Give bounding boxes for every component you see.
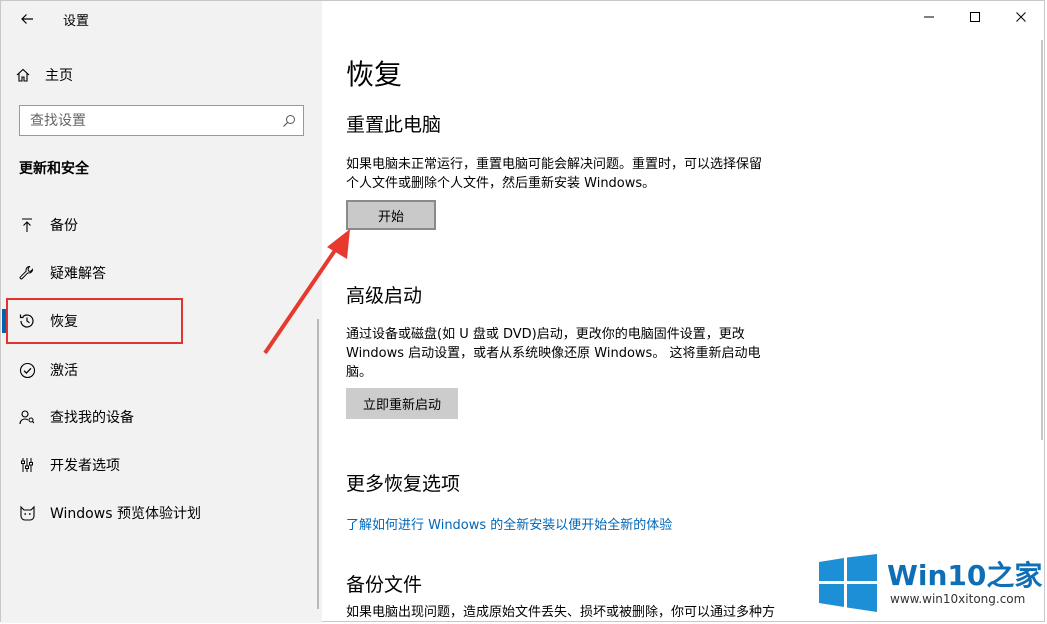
search-icon[interactable] xyxy=(275,106,303,135)
back-button[interactable] xyxy=(15,7,39,31)
windows-logo-icon xyxy=(819,554,877,612)
backup-arrow-icon xyxy=(17,215,37,235)
reset-text-line: 如果电脑未正常运行，重置电脑可能会解决问题。重置时，可以选择保留 xyxy=(346,157,763,172)
watermark: Win10之家 www.win10xitong.com xyxy=(815,548,1047,614)
watermark-brand-suffix: 之家 xyxy=(986,559,1043,592)
fresh-start-link[interactable]: 了解如何进行 Windows 的全新安装以便开始全新的体验 xyxy=(346,514,672,533)
sidebar-item-label: 主页 xyxy=(45,68,73,84)
app-title: 设置 xyxy=(63,14,90,29)
sliders-icon xyxy=(17,455,37,475)
sidebar-item-label: 开发者选项 xyxy=(50,458,120,474)
watermark-brand-main: Win10 xyxy=(887,559,987,592)
backup-files-description: 如果电脑出现问题，造成原始文件丢失、损坏或被删除，你可以通过多种方 xyxy=(346,605,776,620)
reset-pc-description: 如果电脑未正常运行，重置电脑可能会解决问题。重置时，可以选择保留 个人文件或删除… xyxy=(346,155,762,193)
advanced-startup-description: 通过设备或磁盘(如 U 盘或 DVD)启动，更改你的电脑固件设置，更改 Wind… xyxy=(346,325,760,382)
reset-text-line: 个人文件或删除个人文件，然后重新安装 Windows。 xyxy=(346,176,656,191)
main-scrollbar[interactable] xyxy=(1041,40,1043,440)
page-title: 恢复 xyxy=(346,58,403,91)
more-recovery-options-heading: 更多恢复选项 xyxy=(346,473,461,495)
sidebar-item-label: 查找我的设备 xyxy=(50,410,134,426)
advanced-text-line: 通过设备或磁盘(如 U 盘或 DVD)启动，更改你的电脑固件设置，更改 xyxy=(346,327,745,342)
home-icon xyxy=(16,68,30,82)
reset-pc-heading: 重置此电脑 xyxy=(346,114,442,136)
sidebar-item-label: 备份 xyxy=(50,218,78,234)
check-circle-icon xyxy=(17,360,37,380)
sidebar-item-label: Windows 预览体验计划 xyxy=(50,506,201,522)
sidebar-item-label: 疑难解答 xyxy=(50,266,106,282)
highlight-box-annotation xyxy=(6,298,183,344)
sidebar-item-home[interactable]: 主页 xyxy=(15,61,315,89)
backup-files-heading: 备份文件 xyxy=(346,574,423,596)
title-bar: 设置 xyxy=(1,1,322,37)
back-arrow-icon xyxy=(21,14,33,24)
watermark-brand: Win10之家 xyxy=(887,554,1042,594)
wrench-icon xyxy=(17,263,37,283)
advanced-text-line: 脑。 xyxy=(346,365,373,380)
red-arrow-annotation xyxy=(263,229,350,355)
advanced-text-line: Windows 启动设置，或者从系统映像还原 Windows。 这将重新启动电 xyxy=(346,346,761,361)
cat-icon xyxy=(17,503,37,523)
person-location-icon xyxy=(17,407,37,427)
watermark-url: www.win10xitong.com xyxy=(890,592,1026,606)
sidebar-item-label: 激活 xyxy=(50,363,78,379)
search-box xyxy=(19,105,304,136)
sidebar-item-developer-options[interactable]: 开发者选项 xyxy=(1,445,322,485)
search-input[interactable] xyxy=(20,105,275,136)
sidebar-scrollbar[interactable] xyxy=(317,319,319,609)
sidebar-item-find-my-device[interactable]: 查找我的设备 xyxy=(1,397,322,437)
main-content: 恢复 重置此电脑 如果电脑未正常运行，重置电脑可能会解决问题。重置时，可以选择保… xyxy=(322,0,1045,622)
sidebar-section-heading: 更新和安全 xyxy=(19,161,89,177)
sidebar-item-windows-insider[interactable]: Windows 预览体验计划 xyxy=(1,493,322,533)
restart-now-button[interactable]: 立即重新启动 xyxy=(346,388,458,419)
